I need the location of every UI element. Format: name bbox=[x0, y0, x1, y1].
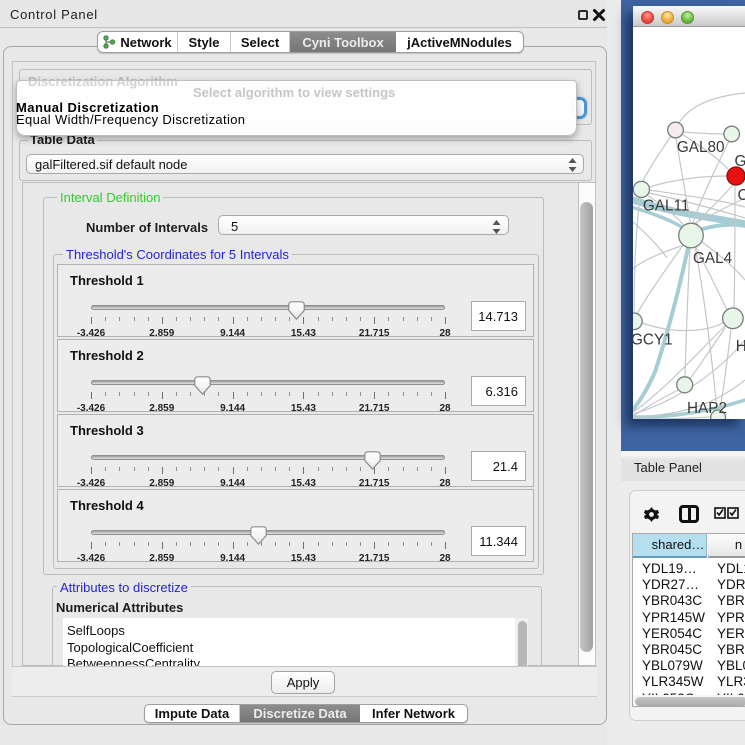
svg-text:H: H bbox=[736, 338, 745, 355]
svg-text:GAL: GAL bbox=[735, 153, 745, 170]
svg-text:GAL4: GAL4 bbox=[693, 250, 733, 267]
svg-text:C: C bbox=[738, 187, 745, 204]
svg-text:GAL11: GAL11 bbox=[643, 198, 690, 215]
svg-text:GCY1: GCY1 bbox=[633, 332, 673, 349]
svg-text:GAL80: GAL80 bbox=[677, 139, 725, 156]
svg-text:HAP2: HAP2 bbox=[687, 400, 727, 417]
